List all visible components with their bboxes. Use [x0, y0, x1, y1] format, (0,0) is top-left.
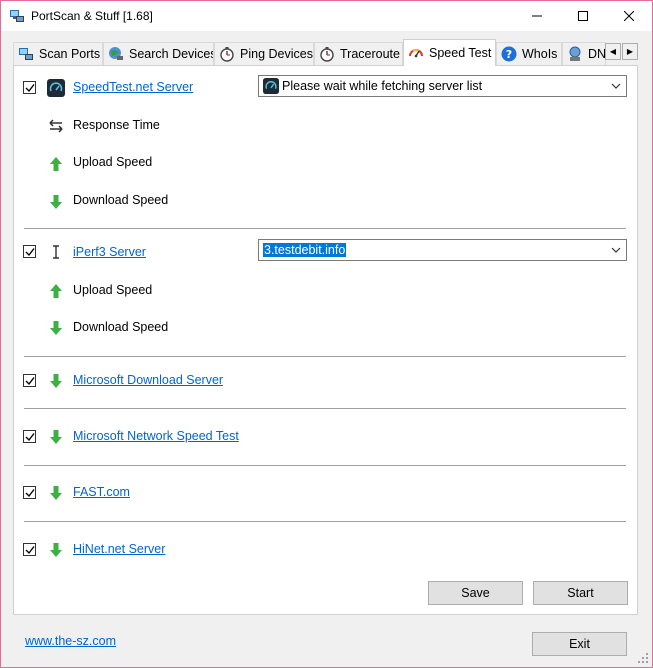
tab-label: Ping Devices — [240, 47, 313, 61]
maximize-icon — [578, 11, 588, 21]
arrow-down-icon — [50, 543, 62, 557]
speedtest-upload-label: Upload Speed — [73, 155, 153, 169]
speedtest-logo-icon — [47, 79, 65, 97]
close-icon — [624, 11, 634, 21]
response-time-label: Response Time — [73, 118, 160, 132]
resize-grip-icon[interactable] — [637, 652, 649, 664]
fast-com-link[interactable]: FAST.com — [73, 485, 130, 499]
speedtest-download-label: Download Speed — [73, 193, 169, 207]
fast-com-checkbox[interactable] — [23, 486, 36, 499]
speedtest-server-link[interactable]: SpeedTest.net Server — [73, 80, 193, 94]
checkmark-icon — [25, 248, 35, 257]
tab-label: DN — [588, 47, 606, 61]
speedtest-server-value: Please wait while fetching server list — [282, 79, 483, 93]
tab-traceroute[interactable]: Traceroute — [314, 42, 403, 65]
arrow-down-icon — [50, 374, 62, 388]
hinet-checkbox[interactable] — [23, 543, 36, 556]
maximize-button[interactable] — [560, 1, 606, 31]
stopwatch-icon — [220, 47, 234, 62]
tab-search-devices[interactable]: Search Devices — [103, 42, 214, 65]
iperf-server-link[interactable]: iPerf3 Server — [73, 245, 146, 259]
microsoft-download-checkbox[interactable] — [23, 374, 36, 387]
chevron-down-icon — [611, 83, 621, 89]
tab-whois[interactable]: ? WhoIs — [496, 42, 562, 65]
stopwatch-icon — [320, 47, 334, 62]
tab-strip: Scan Ports Search Devices Ping Devices T… — [1, 39, 652, 66]
title-bar: PortScan & Stuff [1.68] — [1, 1, 652, 31]
arrow-down-icon — [50, 430, 62, 444]
speedtest-checkbox[interactable] — [23, 81, 36, 94]
tab-label: Traceroute — [340, 47, 400, 61]
tab-label: WhoIs — [522, 47, 558, 61]
separator — [24, 356, 626, 357]
tab-scroll-left-button[interactable]: ◀ — [605, 43, 621, 60]
checkmark-icon — [25, 546, 35, 555]
svg-text:?: ? — [506, 48, 512, 61]
network-scan-icon — [19, 48, 33, 60]
checkmark-icon — [25, 489, 35, 498]
arrow-up-icon — [50, 284, 62, 298]
tab-label: Scan Ports — [39, 47, 101, 61]
hinet-link[interactable]: HiNet.net Server — [73, 542, 165, 556]
tab-speed-test[interactable]: Speed Test — [403, 39, 496, 66]
exit-button[interactable]: Exit — [532, 632, 627, 656]
speedometer-icon — [409, 49, 423, 58]
window-title: PortScan & Stuff [1.68] — [31, 9, 153, 23]
separator — [24, 465, 626, 466]
separator — [24, 228, 626, 229]
start-button[interactable]: Start — [533, 581, 628, 605]
checkmark-icon — [25, 377, 35, 386]
swap-arrows-icon — [49, 119, 63, 133]
iperf-server-value[interactable]: 3.testdebit.info — [263, 243, 347, 257]
text-cursor-icon — [53, 245, 59, 259]
iperf-download-label: Download Speed — [73, 320, 169, 334]
triangle-right-icon: ▶ — [626, 47, 634, 56]
separator — [24, 408, 626, 409]
microsoft-network-link[interactable]: Microsoft Network Speed Test — [73, 429, 239, 443]
iperf-checkbox[interactable] — [23, 245, 36, 258]
speedtest-logo-icon — [263, 78, 279, 94]
website-link[interactable]: www.the-sz.com — [25, 634, 116, 648]
separator — [24, 521, 626, 522]
iperf-server-combobox[interactable]: 3.testdebit.info — [258, 239, 627, 261]
dns-globe-icon — [569, 46, 581, 61]
save-button[interactable]: Save — [428, 581, 523, 605]
globe-search-icon — [109, 47, 123, 60]
arrow-down-icon — [50, 486, 62, 500]
triangle-left-icon: ◀ — [609, 47, 617, 56]
tab-ping-devices[interactable]: Ping Devices — [214, 42, 314, 65]
arrow-down-icon — [50, 195, 62, 209]
speedtest-server-select[interactable]: Please wait while fetching server list — [258, 75, 627, 97]
arrow-up-icon — [50, 157, 62, 171]
tab-label: Speed Test — [429, 46, 492, 60]
question-icon: ? — [501, 46, 517, 62]
minimize-icon — [532, 15, 542, 17]
tab-dns[interactable]: DN — [562, 42, 606, 65]
microsoft-download-link[interactable]: Microsoft Download Server — [73, 373, 223, 387]
iperf-upload-label: Upload Speed — [73, 283, 153, 297]
arrow-down-icon — [50, 321, 62, 335]
speed-test-panel: SpeedTest.net Server Please wait while f… — [13, 65, 638, 615]
tab-scroll-right-button[interactable]: ▶ — [622, 43, 638, 60]
checkmark-icon — [25, 84, 35, 93]
minimize-button[interactable] — [514, 1, 560, 31]
checkmark-icon — [25, 433, 35, 442]
chevron-down-icon — [611, 247, 621, 253]
close-button[interactable] — [606, 1, 652, 31]
app-network-icon — [10, 10, 24, 22]
tab-label: Search Devices — [129, 47, 214, 61]
app-window: PortScan & Stuff [1.68] Scan Ports Searc… — [0, 0, 653, 668]
tab-scan-ports[interactable]: Scan Ports — [13, 42, 103, 65]
microsoft-network-checkbox[interactable] — [23, 430, 36, 443]
